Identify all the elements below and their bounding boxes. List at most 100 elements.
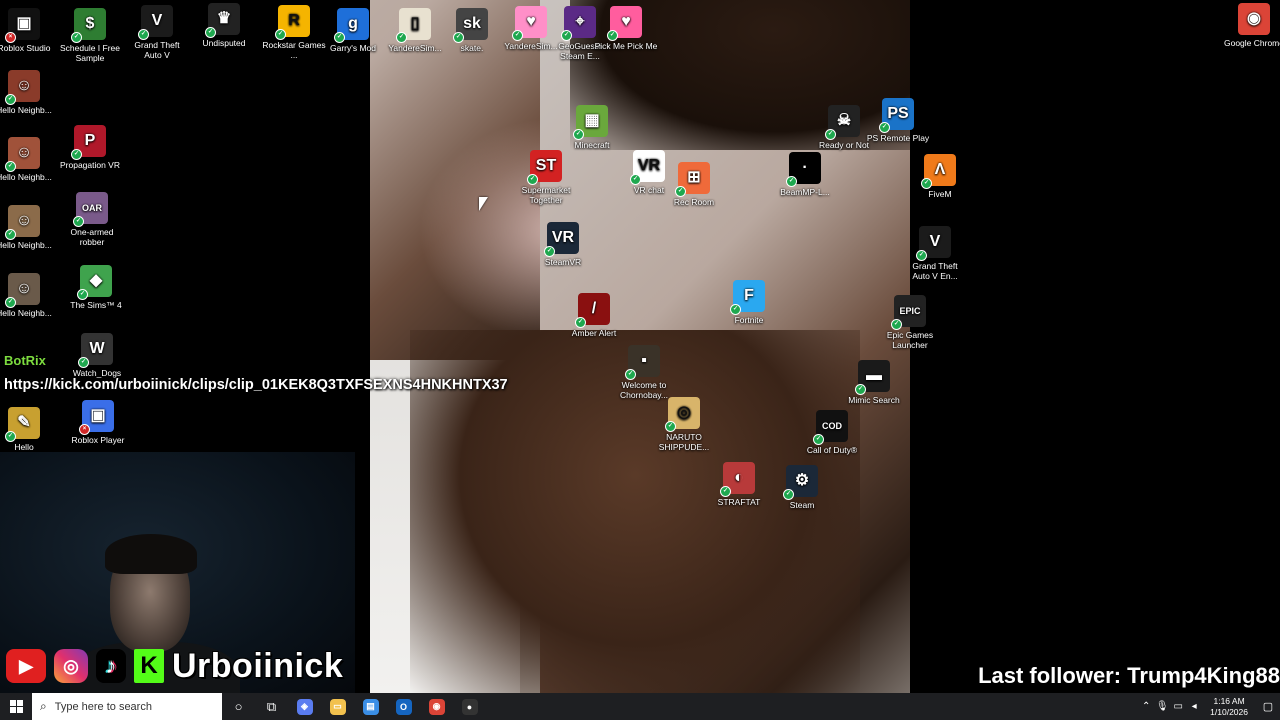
- desktop-icon-steamvr[interactable]: VR ✓ SteamVR: [531, 222, 595, 267]
- desktop-icon-label: Hello Neighb...: [0, 105, 52, 115]
- desktop-icon-welcome-to-chornobay[interactable]: ▪ ✓ Welcome to Chornobay...: [612, 345, 676, 400]
- app-icon: ▣ ×: [79, 400, 114, 435]
- desktop-icon-ps-remote-play[interactable]: PS ✓ PS Remote Play: [866, 98, 930, 143]
- app-icon: ST ✓: [527, 150, 562, 185]
- desktop-icon-label: The Sims™ 4: [70, 300, 122, 310]
- desktop-icon-amber-alert[interactable]: / ✓ Amber Alert: [562, 293, 626, 338]
- app-icon: ☠ ✓: [825, 105, 860, 140]
- desktop-icon-roblox-player[interactable]: ▣ × Roblox Player: [66, 400, 130, 445]
- app-icon: · ✓: [786, 152, 821, 187]
- taskbar-app-outlook[interactable]: O: [387, 693, 420, 720]
- desktop-icon-fortnite[interactable]: F ✓ Fortnite: [717, 280, 781, 325]
- network-icon[interactable]: ▭: [1170, 701, 1186, 712]
- desktop-icon-hello-neighb[interactable]: ☺ ✓ Hello Neighb...: [0, 70, 56, 115]
- tiktok-icon: ♪: [96, 649, 126, 683]
- taskbar-clock[interactable]: 1:16 AM 1/10/2026: [1202, 696, 1256, 718]
- desktop-icon-label: Hello Neighb...: [0, 240, 52, 250]
- desktop-icon-label: FiveM: [928, 189, 952, 199]
- desktop-icon-grand-theft-auto-v[interactable]: V ✓ Grand Theft Auto V: [125, 5, 189, 60]
- taskbar-app-chrome[interactable]: ◉: [420, 693, 453, 720]
- synced-check-icon: ✓: [786, 176, 797, 187]
- app-icon: W ✓: [78, 333, 113, 368]
- desktop-icon-epic-games-launcher[interactable]: EPIC ✓ Epic Games Launcher: [878, 295, 942, 350]
- desktop-icon-fivem[interactable]: Λ ✓ FiveM: [908, 154, 972, 199]
- app-icon: ⊞ ✓: [675, 162, 710, 197]
- app-icon: Λ ✓: [921, 154, 956, 189]
- desktop-icon-straftat[interactable]: ◐ ✓ STRAFTAT: [707, 462, 771, 507]
- desktop-icon-call-of-duty[interactable]: COD ✓ Call of Duty®: [800, 410, 864, 455]
- app-icon: ♥ ✓: [512, 6, 547, 41]
- desktop-icon-roblox-studio[interactable]: ▣ × Roblox Studio: [0, 8, 56, 53]
- synced-check-icon: ✓: [573, 129, 584, 140]
- app-icon: ◎ ✓: [665, 397, 700, 432]
- app-icon: ◐ ✓: [720, 462, 755, 497]
- search-icon: ⌕: [40, 699, 47, 713]
- synced-check-icon: ✓: [720, 486, 731, 497]
- desktop-icon-pick-me-pick-me[interactable]: ♥ ✓ Pick Me Pick Me: [594, 6, 658, 51]
- desktop-icon-label: NARUTO SHIPPUDE...: [658, 432, 710, 452]
- desktop-icon-watch-dogs[interactable]: W ✓ Watch_Dogs: [65, 333, 129, 378]
- volume-icon[interactable]: ◂: [1186, 701, 1202, 712]
- desktop-icon-undisputed[interactable]: ♛ ✓ Undisputed: [192, 3, 256, 48]
- desktop-icon-label: Grand Theft Auto V En...: [912, 261, 958, 281]
- taskbar-app-store[interactable]: ▤: [354, 693, 387, 720]
- desktop-icon-yanderesim[interactable]: ▯ ✓ YandereSim...: [383, 8, 447, 53]
- desktop-icon-naruto-shippude[interactable]: ◎ ✓ NARUTO SHIPPUDE...: [652, 397, 716, 452]
- desktop-icon-grand-theft-auto-v-en[interactable]: V ✓ Grand Theft Auto V En...: [903, 226, 967, 281]
- clock-date: 1/10/2026: [1210, 706, 1248, 717]
- app-icon: OAR ✓: [73, 192, 108, 227]
- desktop-icon-label: BeamMP-L...: [780, 187, 830, 197]
- outlook-icon: O: [395, 698, 412, 715]
- notification-icon[interactable]: ▢: [1256, 700, 1280, 713]
- synced-check-icon: ✓: [5, 297, 16, 308]
- instagram-icon: ◎: [54, 649, 88, 683]
- app-icon: ✎ ✓: [5, 407, 40, 442]
- desktop-icon-rockstar-games[interactable]: R ✓ Rockstar Games ...: [262, 5, 326, 60]
- channel-name: Urboiinick: [172, 646, 344, 685]
- desktop-icon-hello-neighb[interactable]: ☺ ✓ Hello Neighb...: [0, 273, 56, 318]
- cortana-button[interactable]: ○: [222, 693, 255, 720]
- desktop-icon-supermarket-together[interactable]: ST ✓ Supermarket Together: [514, 150, 578, 205]
- desktop-icon-propagation-vr[interactable]: P ✓ Propagation VR: [58, 125, 122, 170]
- taskbar-search-box[interactable]: ⌕ Type here to search: [32, 693, 222, 720]
- desktop-icon-skate[interactable]: sk ✓ skate.: [440, 8, 504, 53]
- synced-check-icon: ✓: [921, 178, 932, 189]
- desktop-icon-minecraft[interactable]: ▦ ✓ Minecraft: [560, 105, 624, 150]
- app-icon: V ✓: [138, 5, 173, 40]
- synced-check-icon: ✓: [5, 431, 16, 442]
- windows-icon: [9, 700, 23, 713]
- app-icon: ☺ ✓: [5, 137, 40, 172]
- synced-check-icon: ✓: [575, 317, 586, 328]
- app-icon: / ✓: [575, 293, 610, 328]
- desktop-icon-schedule-i-free-sample[interactable]: $ ✓ Schedule I Free Sample: [58, 8, 122, 63]
- clock-time: 1:16 AM: [1213, 695, 1245, 706]
- taskbar-app-file-explorer[interactable]: ▭: [321, 693, 354, 720]
- start-button[interactable]: [0, 693, 32, 720]
- desktop-icon-rec-room[interactable]: ⊞ ✓ Rec Room: [662, 162, 726, 207]
- desktop-icon-beammp-l[interactable]: · ✓ BeamMP-L...: [773, 152, 837, 197]
- desktop-icon-hello[interactable]: ✎ ✓ Hello: [0, 407, 56, 452]
- desktop-icon-hello-neighb[interactable]: ☺ ✓ Hello Neighb...: [0, 205, 56, 250]
- synced-check-icon: ✓: [77, 289, 88, 300]
- synced-check-icon: ✓: [71, 32, 82, 43]
- synced-check-icon: ✓: [5, 161, 16, 172]
- desktop-icon-mimic-search[interactable]: ▬ ✓ Mimic Search: [842, 360, 906, 405]
- desktop-icon-google-chrome[interactable]: ◉ Google Chrome: [1222, 3, 1280, 48]
- task-view-button[interactable]: ⧉: [255, 693, 288, 720]
- taskbar-app-obs[interactable]: ●: [453, 693, 486, 720]
- app-icon: ♥ ✓: [607, 6, 642, 41]
- taskbar-app-copilot[interactable]: ◈: [288, 693, 321, 720]
- microphone-icon[interactable]: 🎙︎: [1154, 701, 1170, 712]
- desktop-icon-hello-neighb[interactable]: ☺ ✓ Hello Neighb...: [0, 137, 56, 182]
- app-icon: ⚙ ✓: [783, 465, 818, 500]
- desktop-icon-label: Roblox Player: [71, 435, 125, 445]
- synced-check-icon: ✓: [855, 384, 866, 395]
- desktop-icon-one-armed-robber[interactable]: OAR ✓ One-armed robber: [60, 192, 124, 247]
- desktop-icon-steam[interactable]: ⚙ ✓ Steam: [770, 465, 834, 510]
- desktop-icon-the-sims-4[interactable]: ◆ ✓ The Sims™ 4: [64, 265, 128, 310]
- desktop-icon-garry-s-mod[interactable]: g ✓ Garry's Mod: [321, 8, 385, 53]
- app-icon: ☺ ✓: [5, 273, 40, 308]
- desktop-icon-label: STRAFTAT: [717, 497, 761, 507]
- chevron-up-icon[interactable]: ⌃: [1138, 701, 1154, 712]
- app-icon: VR ✓: [544, 222, 579, 257]
